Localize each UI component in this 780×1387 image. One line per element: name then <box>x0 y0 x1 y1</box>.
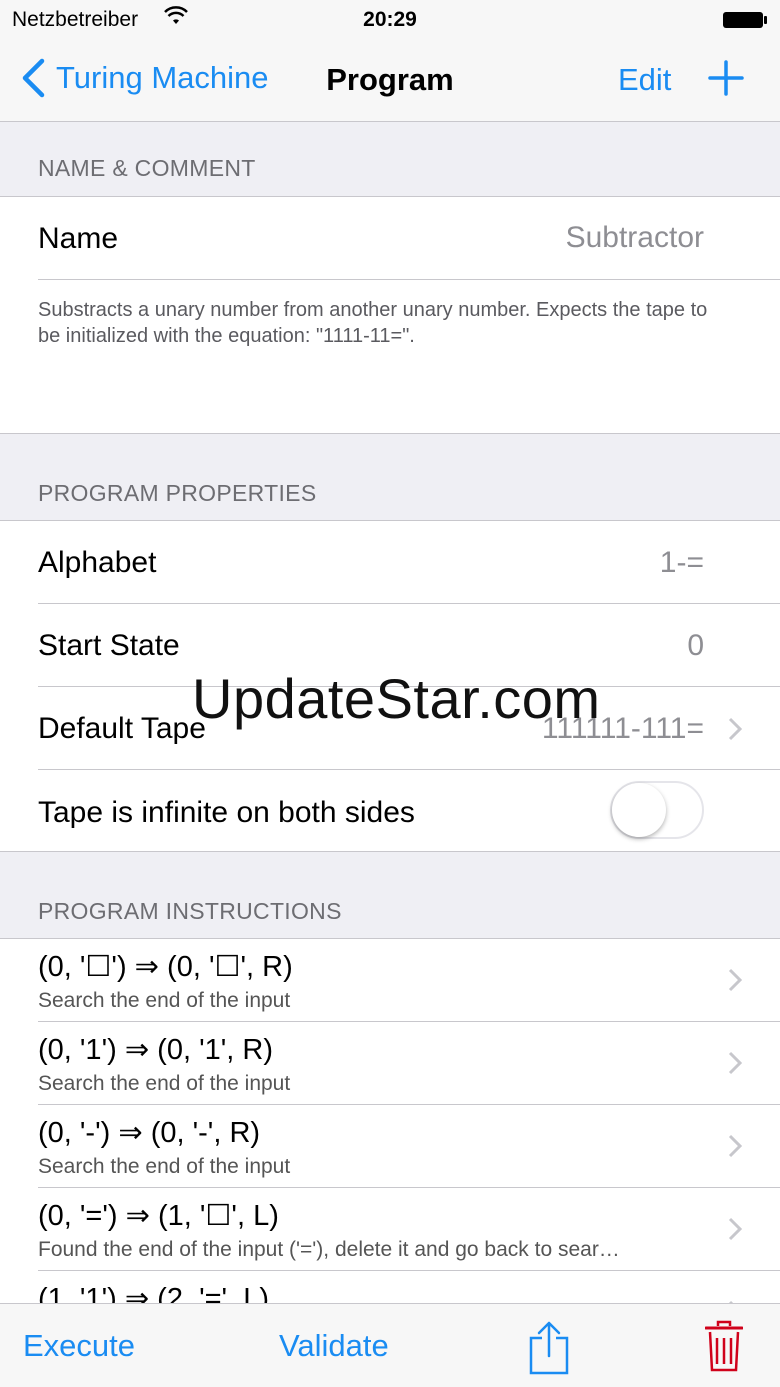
execute-button[interactable]: Execute <box>23 1328 135 1364</box>
start-state-row[interactable]: Start State 0 <box>38 604 780 687</box>
start-state-value: 0 <box>687 629 704 662</box>
name-row[interactable]: Name Subtractor <box>38 197 780 280</box>
infinite-tape-toggle[interactable] <box>610 781 704 839</box>
toggle-knob <box>612 783 666 837</box>
alphabet-row[interactable]: Alphabet 1-= <box>38 521 780 604</box>
chevron-right-icon <box>728 1051 742 1075</box>
share-icon <box>529 1321 569 1375</box>
battery-icon <box>722 10 768 36</box>
instruction-title: (0, '=') ⇒ (1, '☐', L) <box>38 1200 279 1232</box>
section-header-program-properties: PROGRAM PROPERTIES <box>38 480 317 506</box>
chevron-right-icon <box>728 968 742 992</box>
instruction-description: Search the end of the input <box>38 989 291 1012</box>
chevron-right-icon <box>728 1217 742 1241</box>
instruction-row[interactable]: (0, '1') ⇒ (0, '1', R) Search the end of… <box>38 1022 780 1105</box>
share-button[interactable] <box>528 1320 570 1381</box>
validate-button[interactable]: Validate <box>279 1328 389 1364</box>
infinite-tape-label: Tape is infinite on both sides <box>38 796 415 829</box>
instruction-row[interactable]: (0, '-') ⇒ (0, '-', R) Search the end of… <box>38 1105 780 1188</box>
instruction-title: (0, '1') ⇒ (0, '1', R) <box>38 1034 273 1066</box>
bottom-toolbar: Execute Validate <box>0 1303 780 1387</box>
instruction-description: Search the end of the input <box>38 1072 291 1095</box>
name-label: Name <box>38 222 119 255</box>
section-header-name-comment: NAME & COMMENT <box>38 155 256 181</box>
add-button[interactable] <box>708 60 744 101</box>
trash-button[interactable] <box>704 1320 744 1377</box>
instruction-row[interactable]: (0, '☐') ⇒ (0, '☐', R) Search the end of… <box>38 939 780 1022</box>
properties-group: Alphabet 1-= Start State 0 Default Tape … <box>0 520 780 852</box>
start-state-label: Start State <box>38 629 180 662</box>
chevron-right-icon <box>728 717 742 741</box>
alphabet-label: Alphabet <box>38 546 157 579</box>
instructions-group: (0, '☐') ⇒ (0, '☐', R) Search the end of… <box>0 938 780 1324</box>
comment-text[interactable]: Substracts a unary number from another u… <box>38 297 718 349</box>
instruction-title: (0, '-') ⇒ (0, '-', R) <box>38 1117 261 1149</box>
status-bar: Netzbetreiber 20:29 <box>0 0 780 40</box>
trash-icon <box>704 1320 744 1372</box>
default-tape-value: 111111-111= <box>541 712 704 745</box>
row-divider <box>38 279 780 280</box>
instruction-row[interactable]: (0, '=') ⇒ (1, '☐', L) Found the end of … <box>38 1188 780 1271</box>
alphabet-value: 1-= <box>659 546 704 579</box>
name-comment-group: Name Subtractor Substracts a unary numbe… <box>0 196 780 434</box>
navigation-bar: Turing Machine Program Edit <box>0 40 780 122</box>
default-tape-label: Default Tape <box>38 712 206 745</box>
section-header-program-instructions: PROGRAM INSTRUCTIONS <box>38 898 342 924</box>
default-tape-row[interactable]: Default Tape 111111-111= <box>38 687 780 770</box>
clock: 20:29 <box>363 8 417 31</box>
edit-button[interactable]: Edit <box>618 62 671 98</box>
instruction-description: Search the end of the input <box>38 1155 291 1178</box>
instruction-description: Found the end of the input ('='), delete… <box>38 1238 620 1261</box>
name-value: Subtractor <box>565 221 704 254</box>
plus-icon <box>708 60 744 96</box>
chevron-right-icon <box>728 1134 742 1158</box>
infinite-tape-row: Tape is infinite on both sides <box>38 770 780 853</box>
instruction-title: (0, '☐') ⇒ (0, '☐', R) <box>38 951 293 983</box>
